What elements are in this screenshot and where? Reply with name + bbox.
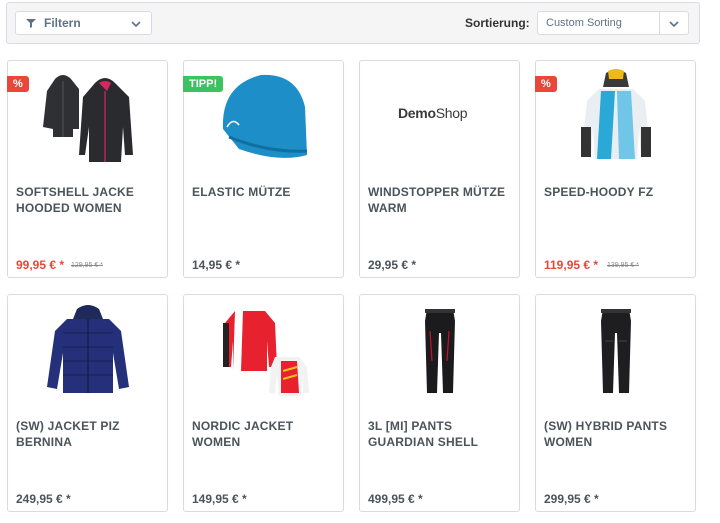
filter-icon — [26, 19, 36, 28]
product-card[interactable]: NORDIC JACKET WOMEN 149,95 € * — [183, 294, 344, 512]
product-price: 14,95 € * — [192, 258, 241, 272]
product-name[interactable]: NORDIC JACKET WOMEN — [192, 418, 337, 450]
speed-hoody-image[interactable] — [561, 67, 671, 162]
chevron-down-icon — [131, 21, 141, 28]
product-card[interactable]: (SW) JACKET PIZ BERNINA 249,95 € * — [7, 294, 168, 512]
product-card[interactable]: (SW) HYBRID PANTS WOMEN 299,95 € * — [535, 294, 696, 512]
product-card[interactable]: 3L [MI] PANTS GUARDIAN SHELL 499,95 € * — [359, 294, 520, 512]
product-card[interactable]: TIPP! ELASTIC MÜTZE 14,95 € * — [183, 60, 344, 278]
product-card[interactable]: % SPEED-HOODY FZ 119,95 € * 139,95 € * — [535, 60, 696, 278]
product-name[interactable]: 3L [MI] PANTS GUARDIAN SHELL — [368, 418, 513, 450]
product-name[interactable]: (SW) HYBRID PANTS WOMEN — [544, 418, 689, 450]
product-price: 99,95 € * — [16, 258, 65, 272]
product-price: 299,95 € * — [544, 492, 599, 506]
black-pants-image[interactable] — [385, 301, 495, 396]
filter-button[interactable]: Filtern — [15, 11, 152, 35]
tip-badge: TIPP! — [183, 76, 224, 92]
chevron-down-icon — [669, 21, 679, 28]
hybrid-pants-image[interactable] — [561, 301, 671, 396]
softshell-jackets-image[interactable] — [33, 67, 143, 162]
product-card[interactable]: % SOFTSHELL JACKE HOODED WOMEN 99,95 € *… — [7, 60, 168, 278]
product-price: 29,95 € * — [368, 258, 417, 272]
select-divider — [659, 12, 660, 34]
old-price: 139,95 € * — [607, 262, 639, 269]
product-name[interactable]: ELASTIC MÜTZE — [192, 184, 337, 200]
product-name[interactable]: (SW) JACKET PIZ BERNINA — [16, 418, 161, 450]
demoshop-logo: DemoShop — [398, 105, 468, 121]
navy-jacket-image[interactable] — [33, 301, 143, 396]
nordic-jacket-image[interactable] — [209, 301, 319, 396]
sale-badge: % — [535, 76, 557, 92]
product-name[interactable]: WINDSTOPPER MÜTZE WARM — [368, 184, 513, 216]
listing-toolbar: Filtern Sortierung: Custom Sorting — [6, 2, 700, 44]
sale-badge: % — [7, 76, 29, 92]
sort-value: Custom Sorting — [546, 17, 622, 29]
old-price: 129,95 € * — [71, 262, 103, 269]
product-name[interactable]: SOFTSHELL JACKE HOODED WOMEN — [16, 184, 161, 216]
product-name[interactable]: SPEED-HOODY FZ — [544, 184, 689, 200]
blue-beanie-image[interactable] — [209, 67, 319, 162]
filter-label: Filtern — [44, 16, 81, 30]
product-price: 149,95 € * — [192, 492, 247, 506]
product-card[interactable]: DemoShop WINDSTOPPER MÜTZE WARM 29,95 € … — [359, 60, 520, 278]
sort-label: Sortierung: — [465, 16, 530, 30]
product-price: 249,95 € * — [16, 492, 71, 506]
sort-select[interactable]: Custom Sorting — [537, 11, 689, 35]
product-price: 119,95 € * — [544, 258, 599, 272]
product-price: 499,95 € * — [368, 492, 423, 506]
